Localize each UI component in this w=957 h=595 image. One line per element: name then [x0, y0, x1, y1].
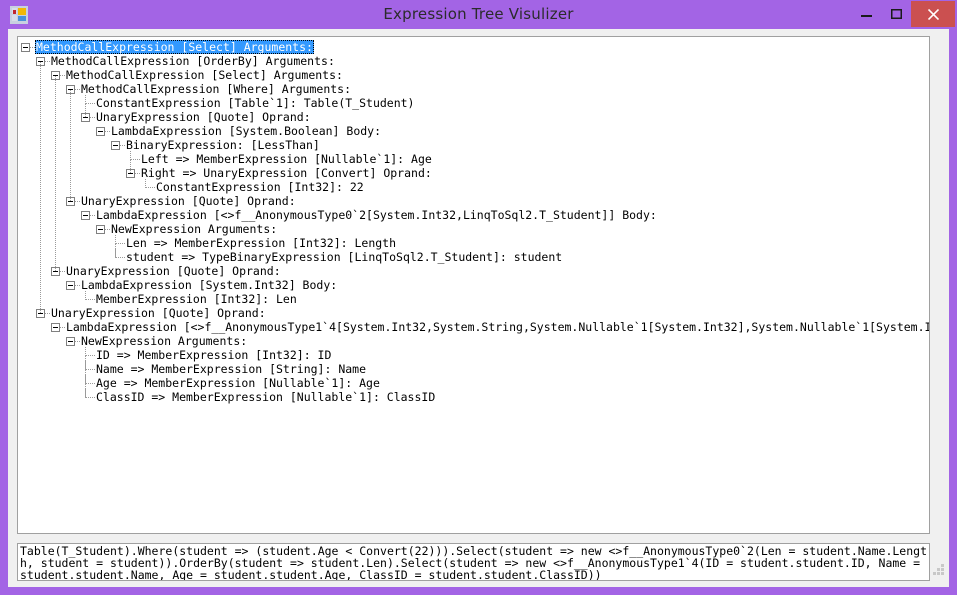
tree-node-label[interactable]: ID => MemberExpression [Int32]: ID [95, 348, 332, 362]
tree-node[interactable]: Name => MemberExpression [String]: Name [18, 361, 929, 376]
tree-node-label[interactable]: MethodCallExpression [Select] Arguments: [65, 68, 344, 82]
tree-node-label[interactable]: ConstantExpression [Table`1]: Table(T_St… [95, 96, 416, 110]
tree-node-label[interactable]: BinaryExpression: [LessThan] [125, 138, 321, 152]
tree-node-label[interactable]: LambdaExpression [<>f__AnonymousType0`2[… [95, 208, 658, 222]
tree-node-label[interactable]: LambdaExpression [System.Int32] Body: [80, 278, 338, 292]
tree-node-label[interactable]: MethodCallExpression [OrderBy] Arguments… [50, 54, 336, 68]
tree-node-label[interactable]: NewExpression Arguments: [110, 222, 278, 236]
tree-node-label[interactable]: MethodCallExpression [Where] Arguments: [80, 82, 352, 96]
maximize-icon [890, 9, 902, 19]
tree-node[interactable]: UnaryExpression [Quote] Oprand: [18, 306, 929, 320]
window-title: Expression Tree Visulizer [383, 5, 574, 23]
tree-node-label[interactable]: UnaryExpression [Quote] Oprand: [80, 194, 297, 208]
tree-node[interactable]: LambdaExpression [<>f__AnonymousType1`4[… [18, 320, 929, 334]
tree-guide-line [55, 76, 57, 271]
tree-node[interactable]: LambdaExpression [System.Boolean] Body: [18, 124, 929, 138]
tree-node-label[interactable]: MemberExpression [Int32]: Len [95, 292, 298, 306]
tree-node-label[interactable]: Left => MemberExpression [Nullable`1]: A… [140, 152, 433, 166]
tree-node[interactable]: Left => MemberExpression [Nullable`1]: A… [18, 151, 929, 166]
expression-string: Table(T_Student).Where(student => (stude… [20, 544, 928, 581]
tree-node[interactable]: BinaryExpression: [LessThan] [18, 138, 929, 152]
tree-connector [85, 95, 95, 104]
tree-connector [85, 347, 95, 356]
tree-connector [145, 179, 155, 188]
collapse-box-icon[interactable] [96, 225, 105, 234]
tree-node[interactable]: ConstantExpression [Int32]: 22 [18, 179, 929, 194]
tree-connector [130, 151, 140, 160]
collapse-box-icon[interactable] [81, 211, 90, 220]
tree-node-label[interactable]: ConstantExpression [Int32]: 22 [155, 180, 365, 194]
tree-node[interactable]: LambdaExpression [<>f__AnonymousType0`2[… [18, 208, 929, 222]
tree-node-label[interactable]: Age => MemberExpression [Nullable`1]: Ag… [95, 376, 381, 390]
expression-text-box[interactable]: Table(T_Student).Where(student => (stude… [17, 543, 930, 581]
tree-node[interactable]: student => TypeBinaryExpression [LinqToS… [18, 249, 929, 264]
maximize-button[interactable] [881, 1, 911, 27]
tree-node-label[interactable]: UnaryExpression [Quote] Oprand: [65, 264, 282, 278]
tree-guide-line [85, 356, 87, 397]
minimize-icon [860, 15, 872, 17]
tree-connector [85, 291, 95, 300]
tree-node[interactable]: UnaryExpression [Quote] Oprand: [18, 110, 929, 124]
tree-node-label[interactable]: ClassID => MemberExpression [Nullable`1]… [95, 390, 436, 404]
close-button[interactable] [911, 1, 955, 27]
tree-node[interactable]: UnaryExpression [Quote] Oprand: [18, 194, 929, 208]
close-icon [927, 9, 939, 20]
tree-node[interactable]: NewExpression Arguments: [18, 334, 929, 348]
tree-node-label[interactable]: LambdaExpression [System.Boolean] Body: [110, 124, 382, 138]
tree-node[interactable]: MethodCallExpression [Select] Arguments: [18, 40, 929, 54]
tree-guide-line [130, 160, 132, 173]
tree-guide-line [115, 244, 117, 257]
tree-node[interactable]: Age => MemberExpression [Nullable`1]: Ag… [18, 375, 929, 390]
tree-connector [115, 235, 125, 244]
tree-node[interactable]: MethodCallExpression [Select] Arguments: [18, 68, 929, 82]
collapse-box-icon[interactable] [111, 141, 120, 150]
tree-guide-line [85, 104, 87, 117]
collapse-box-icon[interactable] [66, 337, 75, 346]
tree-node[interactable]: NewExpression Arguments: [18, 222, 929, 236]
expression-tree-view[interactable]: MethodCallExpression [Select] Arguments:… [17, 36, 930, 534]
client-area: MethodCallExpression [Select] Arguments:… [8, 29, 949, 587]
tree-node[interactable]: MemberExpression [Int32]: Len [18, 291, 929, 306]
tree-node-label[interactable]: NewExpression Arguments: [80, 334, 248, 348]
tree-node[interactable]: MethodCallExpression [Where] Arguments: [18, 82, 929, 96]
app-window: Expression Tree Visulizer MethodCallExpr… [0, 0, 957, 595]
tree-node[interactable]: Right => UnaryExpression [Convert] Opran… [18, 166, 929, 180]
tree-node-label[interactable]: student => TypeBinaryExpression [LinqToS… [125, 250, 563, 264]
tree-node-label[interactable]: LambdaExpression [<>f__AnonymousType1`4[… [65, 320, 929, 334]
collapse-box-icon[interactable] [66, 281, 75, 290]
collapse-box-icon[interactable] [96, 127, 105, 136]
tree-guide-line [40, 62, 42, 313]
tree-node[interactable]: ClassID => MemberExpression [Nullable`1]… [18, 389, 929, 404]
tree-node-label[interactable]: UnaryExpression [Quote] Oprand: [50, 306, 267, 320]
tree-node[interactable]: ID => MemberExpression [Int32]: ID [18, 347, 929, 362]
collapse-box-icon[interactable] [51, 323, 60, 332]
tree-node-label[interactable]: Len => MemberExpression [Int32]: Length [125, 236, 397, 250]
tree-node-label[interactable]: Name => MemberExpression [String]: Name [95, 362, 367, 376]
tree-node[interactable]: LambdaExpression [System.Int32] Body: [18, 278, 929, 292]
tree-node-label[interactable]: UnaryExpression [Quote] Oprand: [95, 110, 312, 124]
tree-guide-line [70, 90, 72, 201]
tree-node[interactable]: ConstantExpression [Table`1]: Table(T_St… [18, 95, 929, 110]
collapse-box-icon[interactable] [21, 43, 30, 52]
tree-node[interactable]: UnaryExpression [Quote] Oprand: [18, 264, 929, 278]
tree-node[interactable]: Len => MemberExpression [Int32]: Length [18, 235, 929, 250]
resize-grip-icon[interactable] [933, 564, 947, 578]
tree-node-label[interactable]: Right => UnaryExpression [Convert] Opran… [140, 166, 433, 180]
minimize-button[interactable] [851, 1, 881, 27]
tree-node[interactable]: MethodCallExpression [OrderBy] Arguments… [18, 54, 929, 68]
visual-studio-icon [10, 6, 28, 24]
title-bar[interactable]: Expression Tree Visulizer [0, 0, 957, 29]
tree-node-label[interactable]: MethodCallExpression [Select] Arguments: [35, 40, 314, 54]
tree-node-container: MethodCallExpression [Select] Arguments:… [18, 37, 929, 533]
